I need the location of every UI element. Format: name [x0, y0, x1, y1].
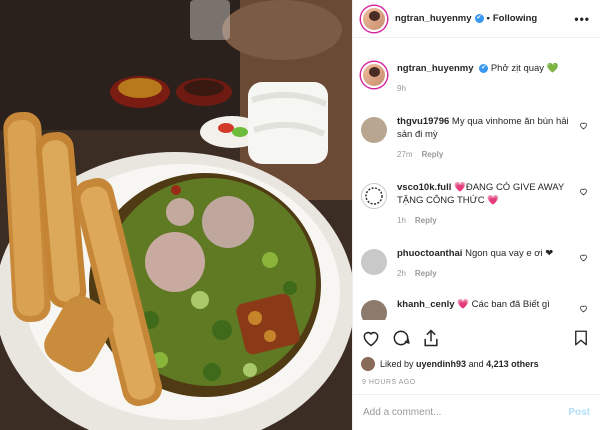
heart-icon[interactable]	[579, 253, 588, 262]
bookmark-icon[interactable]	[572, 328, 590, 348]
likes-conjunction: and	[468, 359, 484, 369]
commenter-avatar[interactable]	[361, 117, 387, 143]
add-comment-bar: Post	[353, 394, 600, 430]
post-button[interactable]: Post	[568, 407, 590, 418]
heart-icon[interactable]	[579, 304, 588, 313]
caption-username[interactable]: ngtran_huyenmy	[397, 63, 474, 74]
pho-photo	[0, 0, 352, 430]
comment-username[interactable]: vsco10k.full	[397, 182, 451, 193]
author-username[interactable]: ngtran_huyenmy	[395, 13, 472, 24]
post-timestamp[interactable]: 9 HOURS AGO	[362, 379, 416, 386]
heart-icon[interactable]	[579, 121, 588, 130]
comment-time[interactable]: 27m	[397, 150, 413, 159]
caption-avatar[interactable]	[361, 62, 387, 88]
verified-icon: ✔	[479, 63, 489, 73]
commenter-avatar[interactable]	[361, 183, 387, 209]
comment-text: Ngon qua vay e ơi ❤	[465, 248, 554, 259]
post-header: ngtran_huyenmy ✔ • Following •••	[353, 0, 600, 38]
action-bar	[361, 324, 590, 352]
verified-icon: ✔	[474, 14, 484, 23]
post-panel: ngtran_huyenmy ✔ • Following ••• ngtran_…	[352, 0, 600, 430]
author-avatar[interactable]	[361, 5, 387, 32]
caption-time[interactable]: 9h	[397, 84, 406, 93]
comment-time[interactable]: 2h	[397, 269, 406, 278]
comment-username[interactable]: thgvu19796	[397, 116, 449, 127]
comment-input[interactable]	[363, 407, 569, 418]
comment-username[interactable]: phuoctoanthai	[397, 248, 462, 259]
comment-time[interactable]: 1h	[397, 216, 406, 225]
likes-count[interactable]: 4,213 others	[486, 359, 539, 369]
comment-username[interactable]: khanh_cenly	[397, 299, 455, 310]
liker-username[interactable]: uyendinh93	[416, 359, 466, 369]
reply-button[interactable]: Reply	[415, 216, 437, 225]
comment-icon[interactable]	[391, 328, 411, 348]
commenter-avatar[interactable]	[361, 300, 387, 320]
likes-summary: Liked by uyendinh93 and 4,213 others	[361, 357, 592, 371]
heart-icon[interactable]	[361, 328, 381, 348]
likes-prefix: Liked by	[380, 359, 414, 369]
vsco-logo-icon	[365, 187, 383, 205]
comments-list[interactable]: ngtran_huyenmy ✔ Phở zịt quay 💚 9h thgvu…	[353, 38, 600, 320]
comment-item: vsco10k.full 💗ĐANG CÓ GIVE AWAY TẶNG CÔN…	[361, 181, 588, 227]
commenter-avatar[interactable]	[361, 249, 387, 275]
following-button[interactable]: Following	[493, 13, 537, 24]
caption-text: Phở zịt quay 💚	[490, 63, 559, 74]
comment-item: khanh_cenly 💗 Các ban đã Biết gì	[361, 298, 588, 320]
header-separator: •	[486, 13, 490, 24]
reply-button[interactable]: Reply	[415, 269, 437, 278]
share-icon[interactable]	[421, 328, 441, 348]
comment-item: thgvu19796 My qua vinhome ăn bún hải sản…	[361, 115, 588, 161]
heart-icon[interactable]	[579, 187, 588, 196]
reply-button[interactable]: Reply	[422, 150, 444, 159]
instagram-post: ngtran_huyenmy ✔ • Following ••• ngtran_…	[0, 0, 600, 430]
more-icon[interactable]: •••	[574, 12, 590, 26]
liker-avatar[interactable]	[361, 357, 375, 371]
comment-item: phuoctoanthai Ngon qua vay e ơi ❤ 2h Repl…	[361, 247, 588, 280]
post-image[interactable]	[0, 0, 352, 430]
caption: ngtran_huyenmy ✔ Phở zịt quay 💚 9h	[361, 62, 588, 95]
comment-text: 💗 Các ban đã Biết gì	[457, 299, 550, 310]
